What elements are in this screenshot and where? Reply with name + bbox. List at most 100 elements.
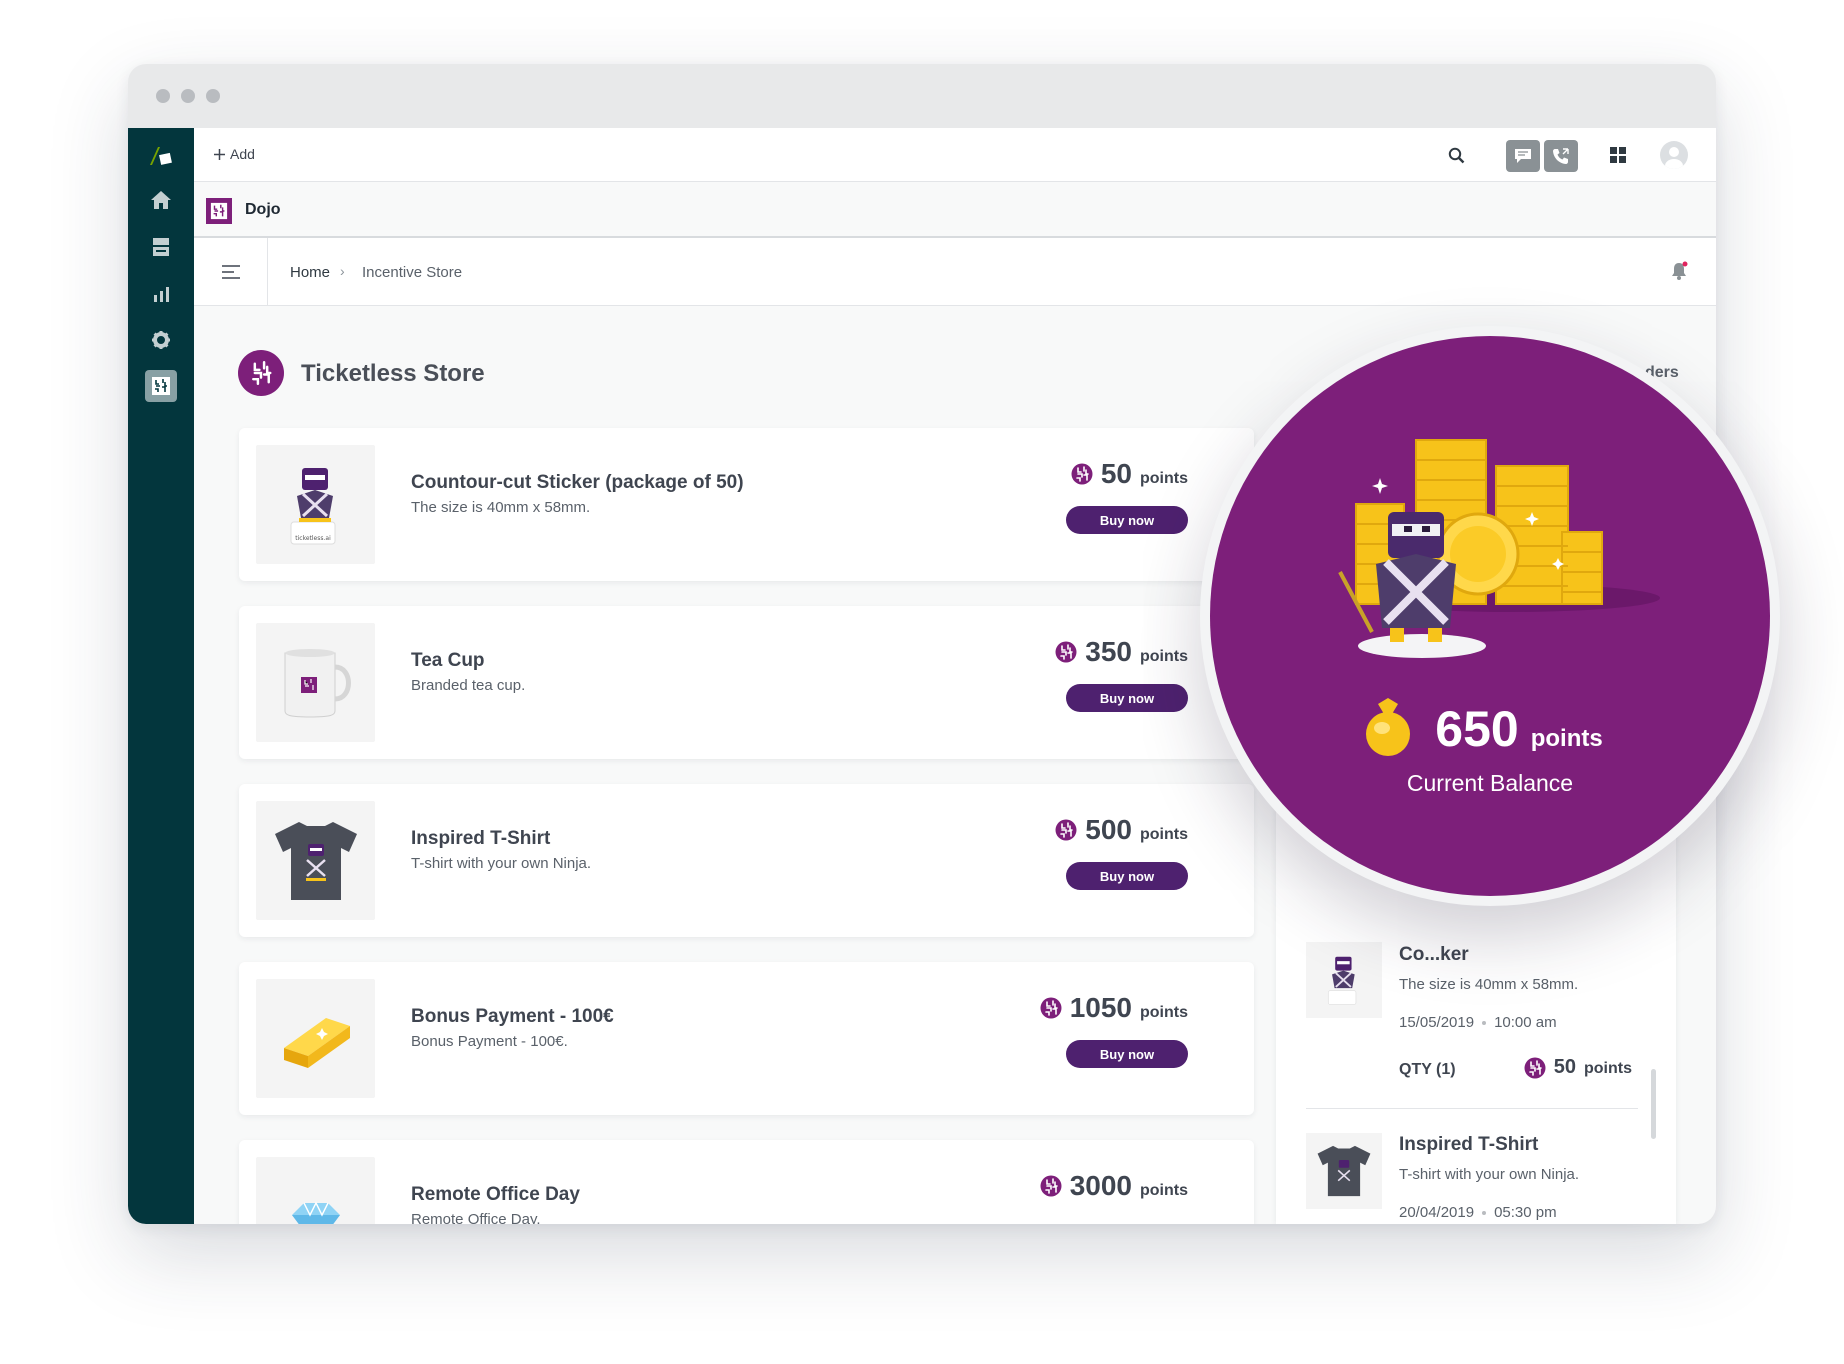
views-icon[interactable] — [145, 231, 177, 263]
product-points-unit: points — [1140, 1182, 1188, 1199]
points-coin-icon — [1040, 997, 1062, 1019]
balance-card: 650 points Current Balance — [1210, 336, 1770, 896]
product-points: 350 — [1085, 636, 1132, 667]
points-coin-icon — [1055, 819, 1077, 841]
product-image-tea-cup — [256, 623, 375, 742]
buy-now-button[interactable]: Buy now — [1066, 684, 1188, 712]
order-divider — [1306, 1108, 1638, 1109]
order-name: Co...ker — [1399, 944, 1469, 965]
date-separator-dot — [1482, 1210, 1487, 1215]
product-card: Tea Cup Branded tea cup. 350 points Buy … — [239, 606, 1254, 759]
product-description: The size is 40mm x 58mm. — [411, 499, 591, 516]
balance-value: 650 — [1435, 701, 1519, 757]
order-points-unit: points — [1584, 1060, 1632, 1077]
product-description: Bonus Payment - 100€. — [411, 1033, 568, 1050]
product-points: 50 — [1100, 458, 1132, 489]
product-image-sticker: ticketless.ai — [256, 445, 375, 564]
points-coin-icon — [1040, 1175, 1062, 1197]
balance-unit: points — [1530, 725, 1603, 752]
balance-label: Current Balance — [1406, 770, 1574, 796]
product-price: 50 points — [1071, 458, 1188, 490]
apps-grid-icon[interactable] — [1606, 143, 1630, 167]
product-points-unit: points — [1140, 648, 1188, 665]
add-button-label: Add — [230, 146, 255, 162]
product-card: ticketless.ai Countour-cut Sticker (pack… — [239, 428, 1254, 581]
buy-now-button[interactable]: Buy now — [1066, 1040, 1188, 1068]
ninja-treasure-illustration — [1338, 439, 1660, 756]
points-coin-icon — [1524, 1057, 1546, 1079]
store-title: Ticketless Store — [301, 360, 485, 387]
window-close-dot[interactable] — [156, 89, 170, 103]
order-description: T-shirt with your own Ninja. — [1399, 1166, 1580, 1183]
app-tab[interactable]: Dojo — [194, 182, 1716, 238]
chat-icon[interactable] — [1506, 140, 1540, 172]
breadcrumb-separator: › — [340, 263, 345, 279]
product-name: Tea Cup — [411, 650, 485, 671]
product-points-unit: points — [1140, 1004, 1188, 1021]
order-points: 50 — [1553, 1056, 1576, 1078]
order-name: Inspired T-Shirt — [1399, 1134, 1539, 1155]
home-icon[interactable] — [145, 184, 177, 216]
product-description: Remote Office Day. — [411, 1211, 541, 1224]
store-logo-icon — [238, 350, 284, 396]
orders-scrollbar[interactable] — [1651, 1069, 1656, 1139]
product-points-unit: points — [1140, 470, 1188, 487]
search-icon[interactable] — [1444, 143, 1468, 167]
top-bar: Add — [194, 128, 1716, 182]
order-image-t-shirt — [1306, 1133, 1382, 1209]
order-time-value: 05:30 pm — [1494, 1204, 1557, 1221]
date-separator-dot — [1482, 1020, 1487, 1025]
product-name: Bonus Payment - 100€ — [411, 1006, 614, 1027]
product-price: 350 points — [1055, 636, 1188, 668]
window-minimize-dot[interactable] — [181, 89, 195, 103]
settings-icon[interactable] — [145, 324, 177, 356]
points-coin-icon — [1055, 641, 1077, 663]
product-card: Bonus Payment - 100€ Bonus Payment - 100… — [239, 962, 1254, 1115]
svg-text:ticketless.ai: ticketless.ai — [295, 535, 331, 542]
product-points-unit: points — [1140, 826, 1188, 843]
product-name: Remote Office Day — [411, 1184, 580, 1205]
product-points: 500 — [1085, 814, 1132, 845]
window-maximize-dot[interactable] — [206, 89, 220, 103]
order-date: 20/04/2019 05:30 pm — [1399, 1204, 1557, 1221]
user-avatar-icon[interactable] — [1660, 141, 1688, 169]
order-date-value: 15/05/2019 — [1399, 1014, 1475, 1031]
product-name: Countour-cut Sticker (package of 50) — [411, 472, 744, 493]
order-image-sticker — [1306, 942, 1382, 1018]
order-date-value: 20/04/2019 — [1399, 1204, 1475, 1221]
balance-row: 650 points — [1210, 700, 1770, 758]
breadcrumb-current: Incentive Store — [362, 264, 463, 281]
bell-icon[interactable] — [1668, 260, 1690, 282]
product-card: Remote Office Day Remote Office Day. 300… — [239, 1140, 1254, 1224]
order-price: 50 points — [1524, 1056, 1632, 1079]
product-price: 500 points — [1055, 814, 1188, 846]
window-titlebar — [128, 64, 1716, 128]
add-button[interactable]: Add — [214, 146, 255, 162]
dojo-app-icon[interactable] — [145, 370, 177, 402]
sidebar — [128, 128, 194, 1224]
app-name: Dojo — [245, 201, 281, 218]
product-points: 3000 — [1069, 1170, 1132, 1201]
reporting-icon[interactable] — [145, 278, 177, 310]
points-coin-icon — [1071, 463, 1093, 485]
buy-now-button[interactable]: Buy now — [1066, 506, 1188, 534]
zendesk-logo-icon[interactable] — [145, 140, 177, 172]
order-description: The size is 40mm x 58mm. — [1399, 976, 1579, 993]
breadcrumb-home-link[interactable]: Home — [290, 264, 330, 281]
product-description: Branded tea cup. — [411, 677, 526, 694]
buy-now-button[interactable]: Buy now — [1066, 862, 1188, 890]
breadcrumb: Home › Incentive Store — [194, 238, 1716, 306]
product-price: 3000 points — [1040, 1170, 1188, 1202]
product-price: 1050 points — [1040, 992, 1188, 1024]
menu-icon[interactable] — [194, 238, 268, 306]
product-description: T-shirt with your own Ninja. — [411, 855, 592, 872]
product-image-t-shirt — [256, 801, 375, 920]
product-image-diamond — [256, 1157, 375, 1224]
order-quantity: QTY (1) — [1399, 1061, 1456, 1078]
product-name: Inspired T-Shirt — [411, 828, 551, 849]
phone-icon[interactable] — [1544, 140, 1578, 172]
product-points: 1050 — [1069, 992, 1132, 1023]
product-image-gold-bar — [256, 979, 375, 1098]
order-date: 15/05/2019 10:00 am — [1399, 1014, 1557, 1031]
product-card: Inspired T-Shirt T-shirt with your own N… — [239, 784, 1254, 937]
